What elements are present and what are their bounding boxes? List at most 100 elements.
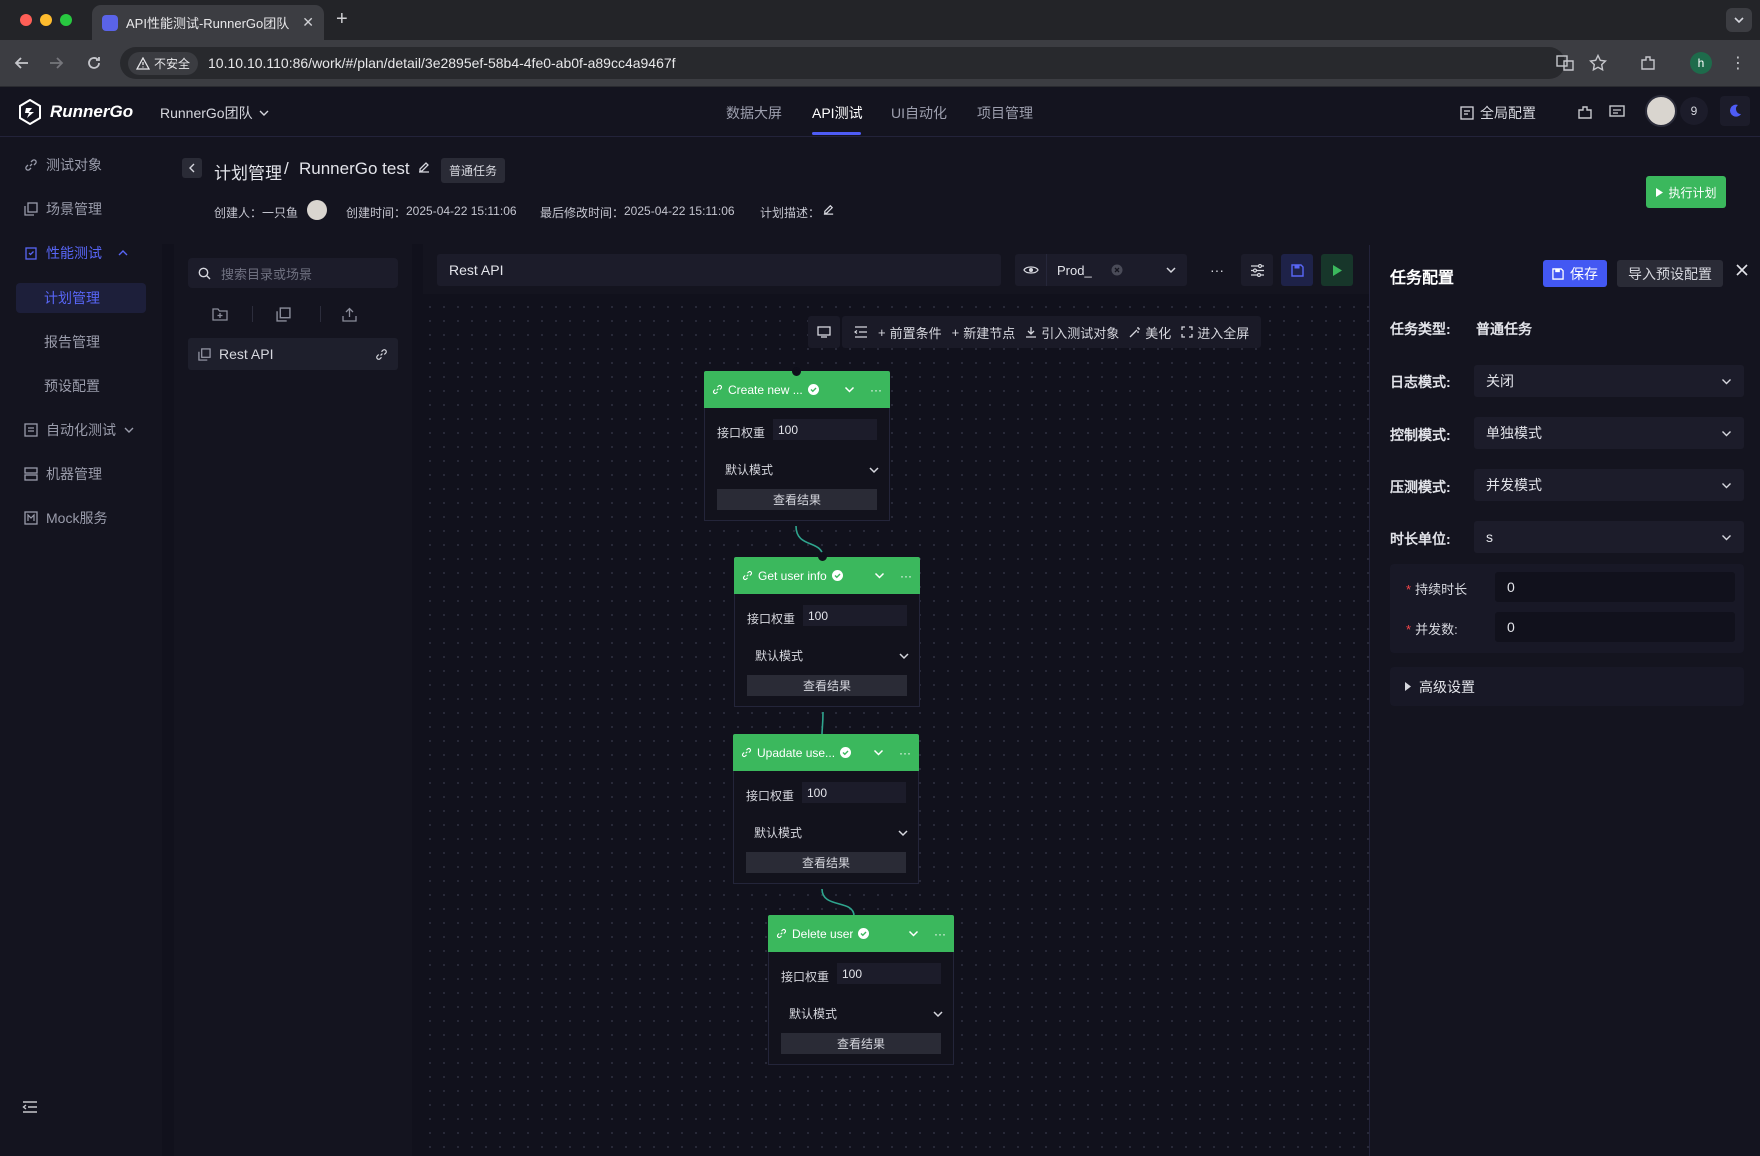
minimize-window-button[interactable] [40,14,52,26]
chevron-down-icon[interactable] [844,384,855,395]
sidebar-item-automation[interactable]: 自动化测试 [24,418,134,442]
new-tab-button[interactable]: + [336,8,348,31]
member-count-badge[interactable]: 9 [1680,97,1708,125]
sidebar-item-presets[interactable]: 预设配置 [16,371,146,401]
concurrency-input[interactable]: 0 [1495,612,1735,642]
team-selector[interactable]: RunnerGo团队 [160,103,269,123]
node-header[interactable]: Delete user ··· [768,915,954,952]
save-config-button[interactable]: 保存 [1543,260,1607,287]
mode-select[interactable]: 默认模式 [789,1005,943,1022]
profile-avatar[interactable]: h [1690,52,1712,74]
copy-scene-button[interactable] [276,307,291,322]
node-header[interactable]: Get user info ··· [734,557,920,594]
tab-close-icon[interactable]: ✕ [302,14,314,31]
stress-mode-select[interactable]: 并发模式 [1474,469,1744,501]
tab-search-button[interactable] [1726,8,1752,32]
browser-tab[interactable]: API性能测试-RunnerGo团队 ✕ [92,5,324,40]
node-name: Upadate use... [757,745,836,760]
node-menu-icon[interactable]: ··· [899,746,911,760]
duration-input[interactable]: 0 [1495,572,1735,602]
more-icon[interactable]: ⋮ [1728,53,1748,73]
node-header[interactable]: Create new ... ··· [704,371,890,408]
node-input-handle[interactable] [818,552,827,561]
tree-search-input[interactable]: 搜索目录或场景 [188,258,398,288]
flow-node[interactable]: Delete user ··· 接口权重 100 默认模式 查看结果 [768,915,954,1065]
chevron-down-icon[interactable] [874,570,885,581]
flow-node[interactable]: Create new ... ··· 接口权重 100 默认模式 查看结果 [704,367,890,521]
node-menu-icon[interactable]: ··· [870,383,882,397]
back-button[interactable] [12,53,32,73]
close-panel-button[interactable] [1736,264,1748,276]
chevron-down-icon[interactable] [908,928,919,939]
collapse-sidebar-button[interactable] [22,1100,38,1114]
view-result-button[interactable]: 查看结果 [717,489,877,510]
nav-project-management[interactable]: 项目管理 [977,103,1033,123]
node-input-handle[interactable] [792,367,801,376]
weight-input[interactable]: 100 [803,605,907,626]
brand-logo[interactable]: RunnerGo [18,99,133,125]
mode-select[interactable]: 默认模式 [754,824,908,841]
check-circle-icon [807,384,819,395]
maximize-window-button[interactable] [60,14,72,26]
nav-ui-automation[interactable]: UI自动化 [891,103,947,123]
nav-dashboard[interactable]: 数据大屏 [726,103,782,123]
view-result-button[interactable]: 查看结果 [781,1033,941,1054]
warning-icon [136,56,150,70]
forward-button[interactable] [46,53,66,73]
flow-node[interactable]: Get user info ··· 接口权重 100 默认模式 查看结果 [734,552,920,707]
chevron-down-icon[interactable] [873,747,884,758]
advanced-settings-toggle[interactable]: 高级设置 [1390,667,1744,706]
sidebar-item-performance[interactable]: 性能测试 [24,241,128,265]
edit-description-button[interactable] [822,203,835,216]
run-plan-button[interactable]: 执行计划 [1646,176,1726,208]
sidebar-item-mock[interactable]: Mock服务 [24,506,107,530]
sidebar-item-label: 测试对象 [46,157,102,173]
link-icon[interactable] [375,348,388,361]
mode-select[interactable]: 默认模式 [755,647,909,664]
bookmark-button[interactable] [1588,53,1608,73]
node-menu-icon[interactable]: ··· [934,927,946,941]
global-config-button[interactable]: 全局配置 [1460,103,1536,123]
translate-button[interactable] [1555,53,1575,73]
chevron-down-icon [1734,17,1744,24]
plugin-button[interactable] [1576,103,1594,121]
weight-input[interactable]: 100 [802,782,906,803]
theme-toggle-button[interactable] [1720,96,1750,126]
node-menu-icon[interactable]: ··· [900,569,912,583]
log-mode-select[interactable]: 关闭 [1474,365,1744,397]
close-window-button[interactable] [20,14,32,26]
sidebar-item-test-objects[interactable]: 测试对象 [24,153,102,177]
sidebar-item-scenes[interactable]: 场景管理 [24,197,102,221]
created-time: 2025-04-22 15:11:06 [406,204,517,218]
reload-icon [88,57,100,69]
reload-button[interactable] [84,53,104,73]
tab-title: API性能测试-RunnerGo团队 [126,16,290,31]
security-indicator[interactable]: 不安全 [128,51,199,75]
feedback-button[interactable] [1608,103,1626,121]
tree-item-scene[interactable]: Rest API [188,338,398,370]
new-folder-button[interactable] [212,307,228,321]
import-scene-button[interactable] [342,307,357,322]
weight-input[interactable]: 100 [773,419,877,440]
duration-unit-select[interactable]: s [1474,521,1744,553]
node-header[interactable]: Upadate use... ··· [733,734,919,771]
collapse-icon [22,1101,37,1113]
back-button[interactable] [182,158,202,178]
sidebar-item-plan-management[interactable]: 计划管理 [16,283,146,313]
view-result-button[interactable]: 查看结果 [746,852,906,873]
edit-icon [823,204,834,215]
import-preset-button[interactable]: 导入预设配置 [1617,260,1723,287]
mode-select[interactable]: 默认模式 [725,461,879,478]
sidebar-item-machines[interactable]: 机器管理 [24,462,102,486]
address-bar[interactable]: 不安全 10.10.10.110:86/work/#/plan/detail/3… [120,47,1565,79]
edit-plan-name-button[interactable] [417,160,431,174]
view-result-button[interactable]: 查看结果 [747,675,907,696]
nav-api-test[interactable]: API测试 [812,103,863,123]
extensions-button[interactable] [1638,53,1658,73]
sidebar-item-reports[interactable]: 报告管理 [16,327,146,357]
control-mode-select[interactable]: 单独模式 [1474,417,1744,449]
flow-node[interactable]: Upadate use... ··· 接口权重 100 默认模式 查看结果 [733,734,919,884]
weight-input[interactable]: 100 [837,963,941,984]
breadcrumb-root[interactable]: 计划管理 [214,159,282,184]
user-avatar[interactable] [1645,95,1677,127]
